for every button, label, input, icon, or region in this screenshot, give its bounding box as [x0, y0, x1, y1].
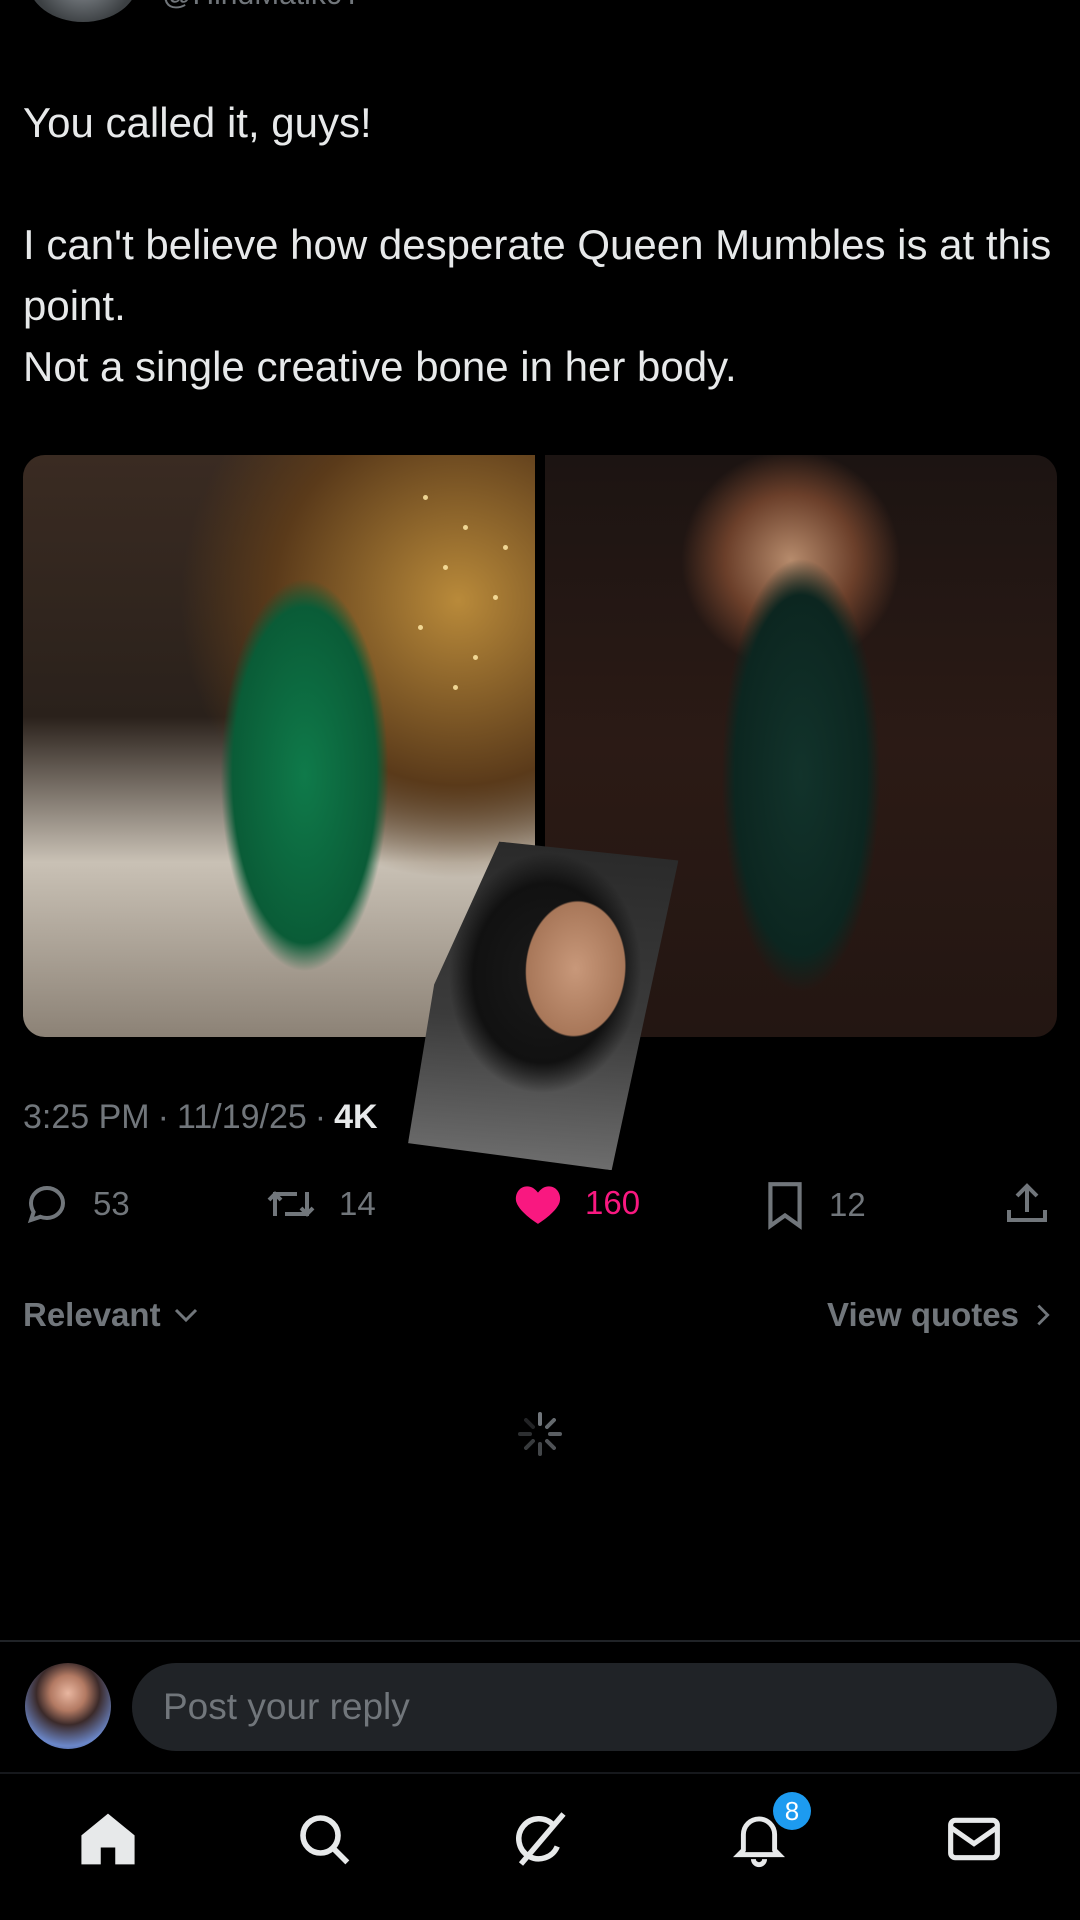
relevant-label: Relevant: [23, 1296, 161, 1333]
author-handle[interactable]: @HindMatik0T: [162, 0, 361, 12]
notifications-badge: 8: [773, 1792, 811, 1830]
reply-count: 53: [93, 1185, 130, 1222]
reply-input[interactable]: Post your reply: [132, 1663, 1057, 1751]
post-date: 11/19/25: [176, 1098, 307, 1136]
meta-separator: ·: [314, 1098, 327, 1136]
heart-icon: [513, 1180, 563, 1226]
divider: [0, 1640, 1080, 1642]
post-text: You called it, guys! I can't believe how…: [23, 99, 1052, 390]
post-meta: 3:25 PM · 11/19/25 · 4K: [23, 1098, 378, 1137]
bookmark-button[interactable]: 12: [763, 1180, 866, 1230]
post-time: 3:25 PM: [23, 1098, 150, 1136]
bookmark-icon: [763, 1180, 807, 1230]
share-button[interactable]: [1003, 1180, 1051, 1228]
reply-icon: [23, 1180, 71, 1228]
nav-home[interactable]: [73, 1804, 143, 1874]
repost-button[interactable]: 14: [265, 1180, 376, 1228]
user-avatar[interactable]: [25, 1663, 111, 1749]
nav-messages[interactable]: [939, 1804, 1009, 1874]
view-quotes-label: View quotes: [827, 1296, 1019, 1333]
loading-spinner-icon: [518, 1412, 562, 1456]
grok-icon: [516, 1812, 566, 1866]
nav-search[interactable]: [289, 1804, 359, 1874]
chevron-right-icon: [1037, 1304, 1050, 1326]
author-avatar[interactable]: [28, 0, 138, 22]
reply-button[interactable]: 53: [23, 1180, 130, 1228]
post-views[interactable]: 4K: [334, 1098, 377, 1137]
repost-count: 14: [339, 1185, 376, 1222]
view-quotes-button[interactable]: View quotes: [827, 1296, 1057, 1334]
search-icon: [300, 1815, 350, 1865]
bookmark-count: 12: [829, 1186, 866, 1223]
share-icon: [1003, 1180, 1051, 1228]
home-icon: [81, 1813, 135, 1865]
like-count: 160: [585, 1184, 641, 1221]
replies-sort-bar: Relevant View quotes: [23, 1290, 1057, 1340]
meta-separator: ·: [157, 1098, 169, 1136]
chevron-down-icon: [174, 1308, 197, 1323]
post-actions: 53 14 160 12: [23, 1180, 1057, 1240]
relevant-sort-button[interactable]: Relevant: [23, 1296, 201, 1334]
nav-grok[interactable]: [506, 1804, 576, 1874]
bottom-nav: [0, 1772, 1080, 1920]
like-button[interactable]: 160: [513, 1180, 640, 1226]
messages-icon: [948, 1817, 1000, 1861]
repost-icon: [265, 1180, 317, 1228]
